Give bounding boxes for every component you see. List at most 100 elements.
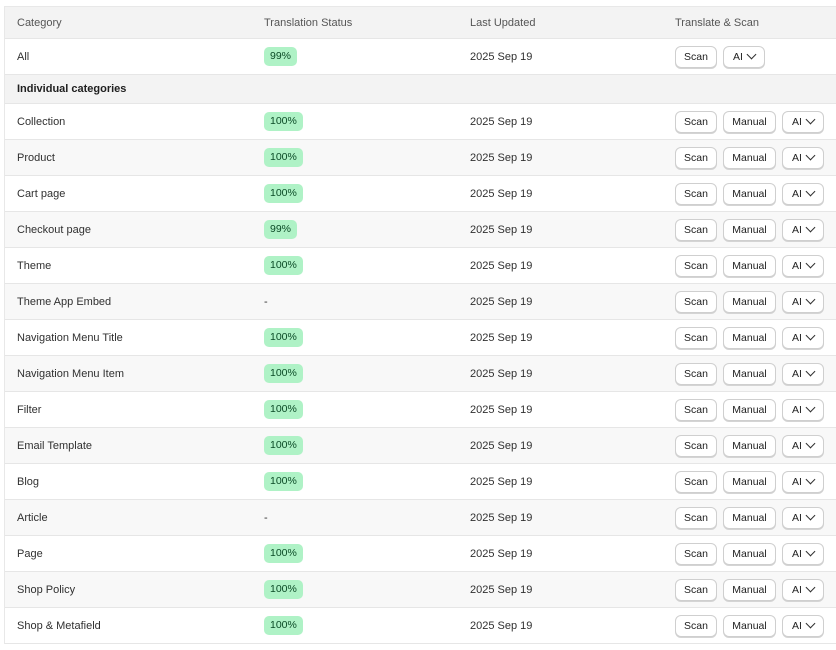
category-label: Product [17,151,55,164]
manual-button[interactable]: Manual [723,326,776,349]
actions-cell: Scan Manual AI [675,176,824,211]
chevron-down-icon [805,474,816,485]
scan-button[interactable]: Scan [675,218,717,241]
manual-button[interactable]: Manual [723,146,776,169]
category-label: Shop Policy [17,583,76,596]
manual-button[interactable]: Manual [723,614,776,637]
status-cell: 100% [264,356,303,391]
ai-dropdown-button[interactable]: AI [782,182,824,205]
ai-dropdown-button[interactable]: AI [782,362,824,385]
status-cell: 100% [264,464,303,499]
ai-label: AI [733,50,743,63]
status-badge: 100% [264,400,303,419]
scan-button[interactable]: Scan [675,434,717,457]
status-cell: 100% [264,428,303,463]
updated-date: 2025 Sep 19 [470,583,533,596]
updated-date: 2025 Sep 19 [470,331,533,344]
ai-dropdown-button[interactable]: AI [782,470,824,493]
status-cell: 100% [264,320,303,355]
scan-button[interactable]: Scan [675,110,717,133]
ai-label: AI [792,115,802,128]
table-row: Navigation Menu Title 100% 2025 Sep 19 S… [5,320,836,356]
actions-cell: Scan Manual AI [675,428,824,463]
chevron-down-icon [805,438,816,449]
chevron-down-icon [805,294,816,305]
status-badge: 100% [264,544,303,563]
table-row: Shop & Metafield 100% 2025 Sep 19 Scan M… [5,608,836,644]
category-rows: Collection 100% 2025 Sep 19 Scan Manual … [5,104,836,644]
category-label: Blog [17,475,40,488]
updated-date: 2025 Sep 19 [470,475,533,488]
chevron-down-icon [805,114,816,125]
ai-dropdown-button[interactable]: AI [782,290,824,313]
manual-button[interactable]: Manual [723,506,776,529]
actions-cell: Scan Manual AI [675,572,824,607]
scan-button[interactable]: Scan [675,470,717,493]
status-badge: 100% [264,364,303,383]
ai-dropdown-button[interactable]: AI [782,506,824,529]
scan-button[interactable]: Scan [675,326,717,349]
manual-button[interactable]: Manual [723,542,776,565]
manual-button[interactable]: Manual [723,398,776,421]
manual-button[interactable]: Manual [723,470,776,493]
status-badge: 100% [264,472,303,491]
category-label: Navigation Menu Item [17,367,124,380]
manual-button[interactable]: Manual [723,434,776,457]
chevron-down-icon [805,366,816,377]
manual-button[interactable]: Manual [723,182,776,205]
table-row: Article - 2025 Sep 19 Scan Manual AI [5,500,836,536]
chevron-down-icon [805,582,816,593]
actions-cell: Scan Manual AI [675,212,824,247]
scan-button[interactable]: Scan [675,182,717,205]
table-row-all: All 99% 2025 Sep 19 Scan AI [5,39,836,75]
status-cell: 100% [264,392,303,427]
scan-button[interactable]: Scan [675,398,717,421]
ai-dropdown-button[interactable]: AI [782,110,824,133]
status-badge: 100% [264,616,303,635]
updated-date: 2025 Sep 19 [470,511,533,524]
manual-button[interactable]: Manual [723,578,776,601]
manual-button[interactable]: Manual [723,110,776,133]
ai-label: AI [792,187,802,200]
scan-button[interactable]: Scan [675,45,717,68]
chevron-down-icon [805,402,816,413]
scan-button[interactable]: Scan [675,290,717,313]
status-badge: 99% [264,47,298,66]
ai-dropdown-button[interactable]: AI [782,398,824,421]
ai-dropdown-button[interactable]: AI [782,434,824,457]
ai-dropdown-button[interactable]: AI [782,542,824,565]
chevron-down-icon [805,330,816,341]
table-row: Cart page 100% 2025 Sep 19 Scan Manual A… [5,176,836,212]
actions-cell: Scan Manual AI [675,284,824,319]
updated-date: 2025 Sep 19 [470,367,533,380]
scan-button[interactable]: Scan [675,578,717,601]
table-row: Email Template 100% 2025 Sep 19 Scan Man… [5,428,836,464]
manual-button[interactable]: Manual [723,254,776,277]
manual-button[interactable]: Manual [723,218,776,241]
header-updated: Last Updated [470,16,536,29]
updated-date: 2025 Sep 19 [470,223,533,236]
actions-cell: Scan Manual AI [675,392,824,427]
chevron-down-icon [805,618,816,629]
ai-dropdown-button[interactable]: AI [782,218,824,241]
updated-date: 2025 Sep 19 [470,295,533,308]
manual-button[interactable]: Manual [723,290,776,313]
scan-button[interactable]: Scan [675,362,717,385]
ai-dropdown-button[interactable]: AI [782,326,824,349]
actions-cell: Scan Manual AI [675,104,824,139]
scan-button[interactable]: Scan [675,542,717,565]
scan-button[interactable]: Scan [675,254,717,277]
manual-button[interactable]: Manual [723,362,776,385]
ai-dropdown-button[interactable]: AI [782,254,824,277]
scan-button[interactable]: Scan [675,146,717,169]
scan-button[interactable]: Scan [675,614,717,637]
status-badge: 100% [264,436,303,455]
ai-dropdown-button[interactable]: AI [782,146,824,169]
chevron-down-icon [805,510,816,521]
scan-button[interactable]: Scan [675,506,717,529]
ai-dropdown-button[interactable]: AI [723,45,765,68]
actions-cell: Scan Manual AI [675,140,824,175]
ai-dropdown-button[interactable]: AI [782,578,824,601]
actions-cell: Scan Manual AI [675,320,824,355]
ai-dropdown-button[interactable]: AI [782,614,824,637]
